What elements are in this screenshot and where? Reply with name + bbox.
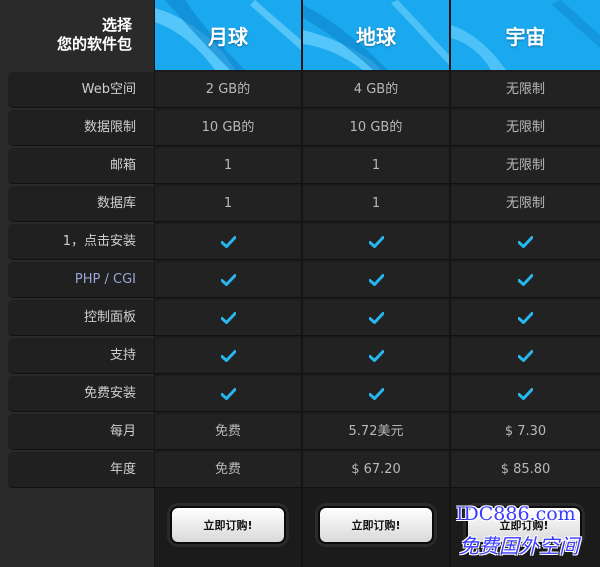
check-icon: [451, 376, 600, 412]
choose-package-heading: 选择 您的软件包: [0, 0, 154, 70]
check-icon: [303, 224, 449, 260]
plan-name-universe: 宇宙: [505, 24, 546, 49]
feature-value-earth: 1: [303, 148, 449, 184]
plan-header-moon: 月球: [155, 0, 301, 70]
feature-row: 数据库 1 1 无限制: [8, 186, 600, 222]
check-icon: [155, 376, 301, 412]
check-icon: [155, 224, 301, 260]
feature-label: 邮箱: [8, 148, 154, 184]
feature-row: 支持: [8, 338, 600, 374]
feature-label: 控制面板: [8, 300, 154, 336]
plan-header-universe: 宇宙: [451, 0, 600, 70]
feature-label: 年度: [8, 452, 154, 488]
check-icon: [451, 338, 600, 374]
feature-value-universe: $ 85.80: [451, 452, 600, 488]
feature-value-earth: 5.72美元: [303, 414, 449, 450]
feature-row: 控制面板: [8, 300, 600, 336]
feature-value-universe: 无限制: [451, 110, 600, 146]
choose-line-1: 选择: [101, 16, 132, 34]
watermark-domain: IDC886.com: [456, 503, 576, 525]
feature-value-moon: 免费: [155, 452, 301, 488]
feature-value-universe: 无限制: [451, 148, 600, 184]
pricing-table: 选择 您的软件包 月球 地球 宇宙 Web空间 2 GB的 4 GB的 无限制 …: [0, 0, 600, 567]
feature-value-earth: 10 GB的: [303, 110, 449, 146]
check-icon: [155, 262, 301, 298]
check-icon: [303, 338, 449, 374]
feature-label: 支持: [8, 338, 154, 374]
feature-label: 数据库: [8, 186, 154, 222]
feature-label: 数据限制: [8, 110, 154, 146]
plan-name-moon: 月球: [208, 24, 248, 49]
feature-label: PHP / CGI: [8, 262, 154, 298]
feature-value-universe: 无限制: [451, 186, 600, 222]
check-icon: [451, 262, 600, 298]
check-icon: [155, 338, 301, 374]
check-icon: [155, 300, 301, 336]
feature-value-earth: 1: [303, 186, 449, 222]
feature-label: 1，点击安装: [8, 224, 154, 260]
watermark-tagline: 免费国外空间: [459, 534, 579, 558]
check-icon: [303, 376, 449, 412]
feature-row: 每月 免费 5.72美元 $ 7.30: [8, 414, 600, 450]
check-icon: [303, 262, 449, 298]
feature-row: 邮箱 1 1 无限制: [8, 148, 600, 184]
feature-value-earth: $ 67.20: [303, 452, 449, 488]
feature-value-moon: 2 GB的: [155, 72, 301, 108]
feature-row: 数据限制 10 GB的 10 GB的 无限制: [8, 110, 600, 146]
feature-label: 每月: [8, 414, 154, 450]
feature-row: PHP / CGI: [8, 262, 600, 298]
feature-row: 1，点击安装: [8, 224, 600, 260]
feature-value-universe: 无限制: [451, 72, 600, 108]
feature-value-moon: 10 GB的: [155, 110, 301, 146]
feature-value-universe: $ 7.30: [451, 414, 600, 450]
plan-name-earth: 地球: [356, 24, 396, 49]
feature-row: 年度 免费 $ 67.20 $ 85.80: [8, 452, 600, 488]
order-button-earth[interactable]: 立即订购!: [318, 506, 434, 544]
plan-header-earth: 地球: [303, 0, 449, 70]
check-icon: [451, 224, 600, 260]
feature-value-moon: 免费: [155, 414, 301, 450]
choose-line-2: 您的软件包: [56, 35, 132, 53]
order-button-moon[interactable]: 立即订购!: [170, 506, 286, 544]
feature-label: Web空间: [8, 72, 154, 108]
check-icon: [303, 300, 449, 336]
feature-row: Web空间 2 GB的 4 GB的 无限制: [8, 72, 600, 108]
feature-value-earth: 4 GB的: [303, 72, 449, 108]
feature-value-moon: 1: [155, 186, 301, 222]
feature-value-moon: 1: [155, 148, 301, 184]
check-icon: [451, 300, 600, 336]
feature-row: 免费安装: [8, 376, 600, 412]
feature-label: 免费安装: [8, 376, 154, 412]
